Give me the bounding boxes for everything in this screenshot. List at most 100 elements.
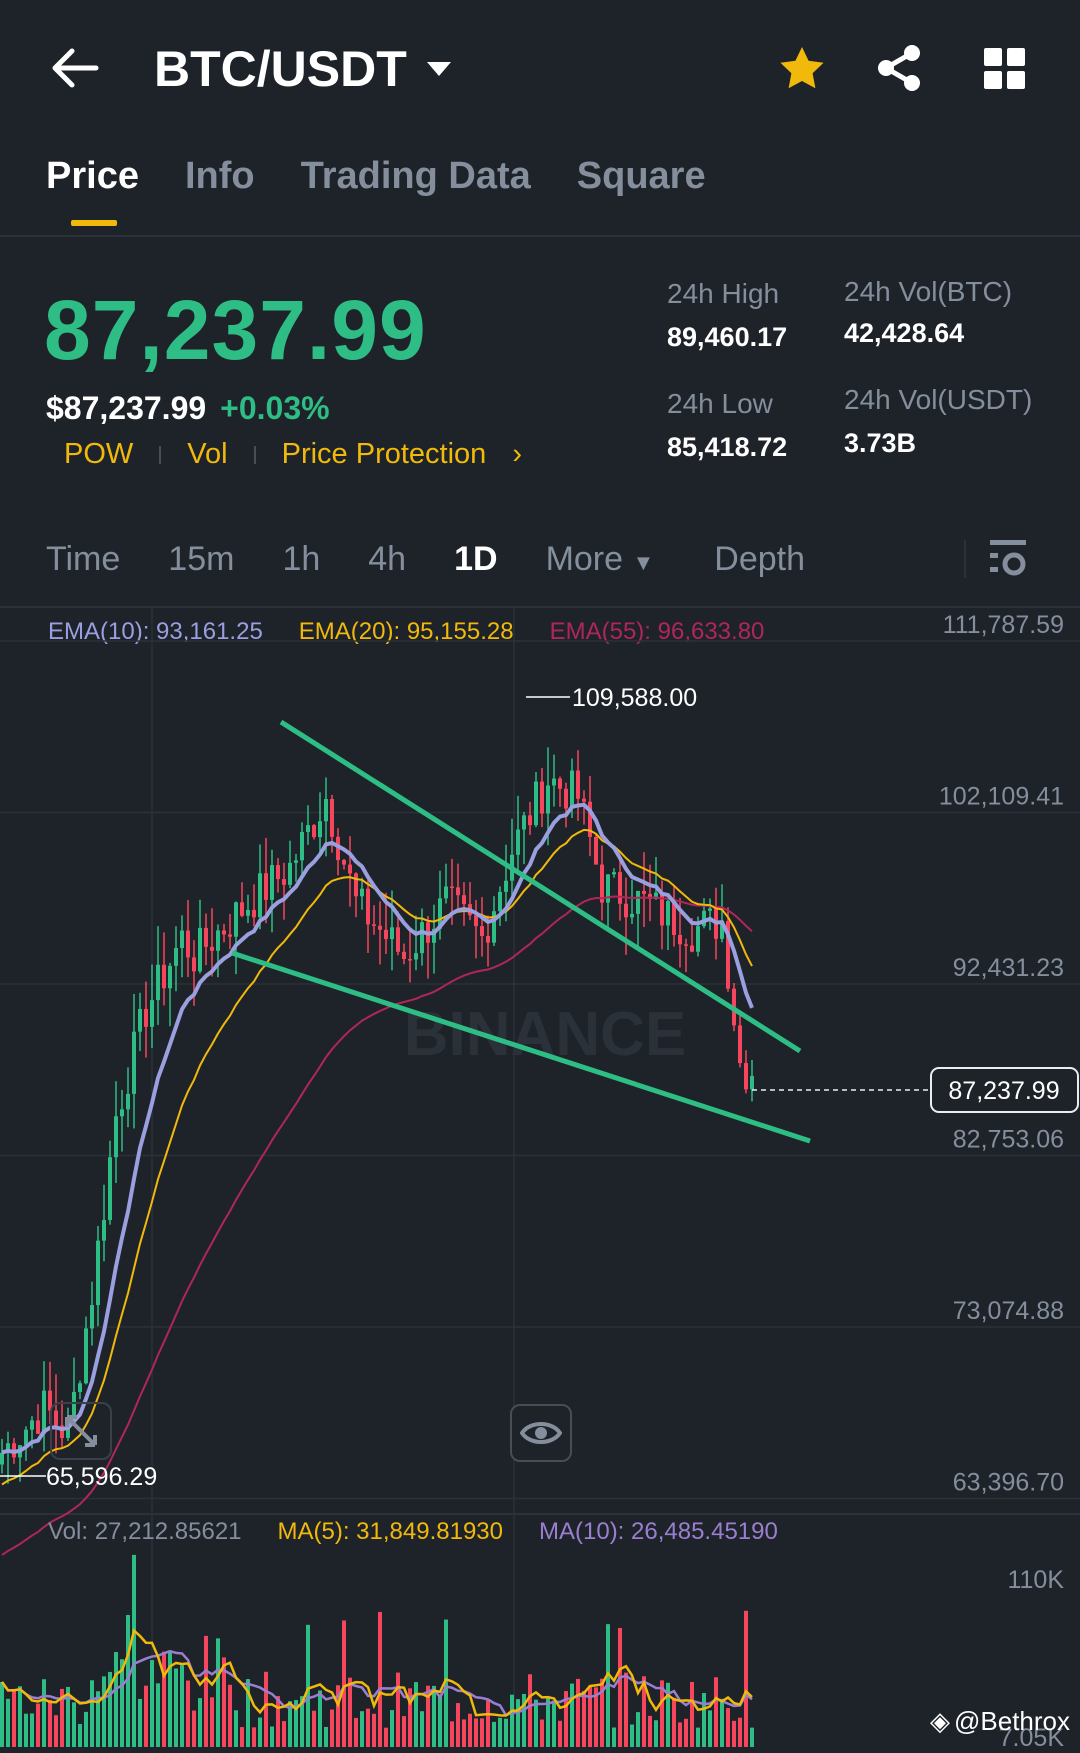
volume-bar <box>36 1703 40 1747</box>
volume-bar <box>354 1717 358 1747</box>
candle-down <box>558 778 562 789</box>
candle-down <box>738 1025 742 1064</box>
volume-bar <box>654 1720 658 1747</box>
candle-down <box>252 909 256 918</box>
volume-bar <box>696 1727 700 1747</box>
volume-bar <box>708 1710 712 1747</box>
volume-bar <box>498 1717 502 1747</box>
volume-bar <box>30 1713 34 1747</box>
volume-bar <box>414 1682 418 1747</box>
volume-bar <box>738 1717 742 1747</box>
candle-up <box>138 1008 142 1032</box>
candle-up <box>306 825 310 833</box>
candle-down <box>594 836 598 865</box>
y-axis-tick: 82,753.06 <box>953 1125 1064 1153</box>
candle-up <box>258 873 262 918</box>
candle-down <box>402 951 406 959</box>
volume-bar <box>372 1713 376 1747</box>
volume-bar <box>732 1720 736 1747</box>
volume-bar <box>114 1652 118 1747</box>
volume-bar <box>636 1712 640 1747</box>
candle-up <box>636 890 640 914</box>
volume-bar <box>240 1727 244 1747</box>
candle-down <box>582 798 586 802</box>
volume-bar <box>78 1724 82 1747</box>
volume-bar <box>690 1681 694 1747</box>
volume-bar <box>618 1627 622 1747</box>
candle-down <box>228 934 232 937</box>
candle-down <box>576 770 580 799</box>
candle-up <box>360 888 364 897</box>
volume-bar <box>510 1694 514 1747</box>
candle-up <box>420 922 424 954</box>
volume-bar <box>42 1679 46 1747</box>
expand-icon <box>65 1415 97 1447</box>
volume-bar <box>0 1681 4 1747</box>
candle-down <box>276 865 280 880</box>
candle-up <box>126 1093 130 1110</box>
volume-bar <box>438 1694 442 1747</box>
binance-logo-icon: ◈ <box>930 1706 950 1736</box>
volume-bar <box>534 1699 538 1747</box>
volume-bar <box>132 1554 136 1747</box>
candle-up <box>516 829 520 855</box>
volume-bar <box>186 1680 190 1747</box>
volume-bar <box>84 1711 88 1747</box>
volume-bar <box>192 1710 196 1747</box>
candle-down <box>144 1008 148 1027</box>
candle-up <box>96 1240 100 1306</box>
candle-up <box>180 930 184 948</box>
volume-bar <box>282 1721 286 1747</box>
volume-bar <box>684 1718 688 1747</box>
volume-bar <box>150 1660 154 1747</box>
candle-up <box>174 947 178 966</box>
volume-bar <box>216 1638 220 1747</box>
candle-down <box>474 915 478 927</box>
candle-up <box>216 930 220 951</box>
volume-bar <box>174 1668 178 1747</box>
candle-down <box>378 925 382 930</box>
candle-up <box>150 1000 154 1027</box>
volume-bar <box>90 1680 94 1747</box>
candle-up <box>288 862 292 885</box>
volume-bar <box>162 1651 166 1747</box>
volume-bar <box>144 1685 148 1747</box>
candle-up <box>234 902 238 937</box>
candle-down <box>480 926 484 936</box>
fullscreen-button[interactable] <box>50 1402 112 1460</box>
volume-bar <box>264 1671 268 1747</box>
candle-down <box>744 1063 748 1090</box>
volume-bar <box>528 1674 532 1747</box>
candle-up <box>666 901 670 926</box>
volume-bar <box>18 1686 22 1747</box>
volume-bar <box>630 1724 634 1747</box>
volume-bar <box>228 1684 232 1747</box>
volume-bar <box>48 1699 52 1747</box>
candle-down <box>528 815 532 826</box>
volume-bar <box>720 1698 724 1747</box>
volume-bar <box>714 1677 718 1747</box>
volume-bar <box>558 1720 562 1747</box>
candle-down <box>282 879 286 885</box>
volume-bar <box>672 1697 676 1747</box>
volume-bar <box>54 1715 58 1747</box>
trendline-lower <box>231 950 811 1144</box>
ma5-label: MA(5): 31,849.81930 <box>277 1518 503 1545</box>
candle-up <box>108 1157 112 1221</box>
candle-down <box>408 958 412 961</box>
visibility-toggle-button[interactable] <box>510 1404 572 1462</box>
volume-bar <box>552 1700 556 1747</box>
volume-bar <box>258 1717 262 1747</box>
candle-up <box>390 927 394 940</box>
volume-bar <box>486 1700 490 1747</box>
candle-down <box>330 799 334 837</box>
candle-up <box>300 832 304 861</box>
volume-bar <box>276 1696 280 1747</box>
candle-up <box>198 927 202 972</box>
candle-up <box>156 964 160 1001</box>
candle-up <box>84 1328 88 1384</box>
volume-bar <box>6 1698 10 1747</box>
candle-down <box>348 864 352 874</box>
y-axis-tick: 102,109.41 <box>939 783 1064 811</box>
candlestick-chart[interactable]: 111,787.59 102,109.41 92,431.23 82,753.06 73… <box>0 0 1080 1747</box>
